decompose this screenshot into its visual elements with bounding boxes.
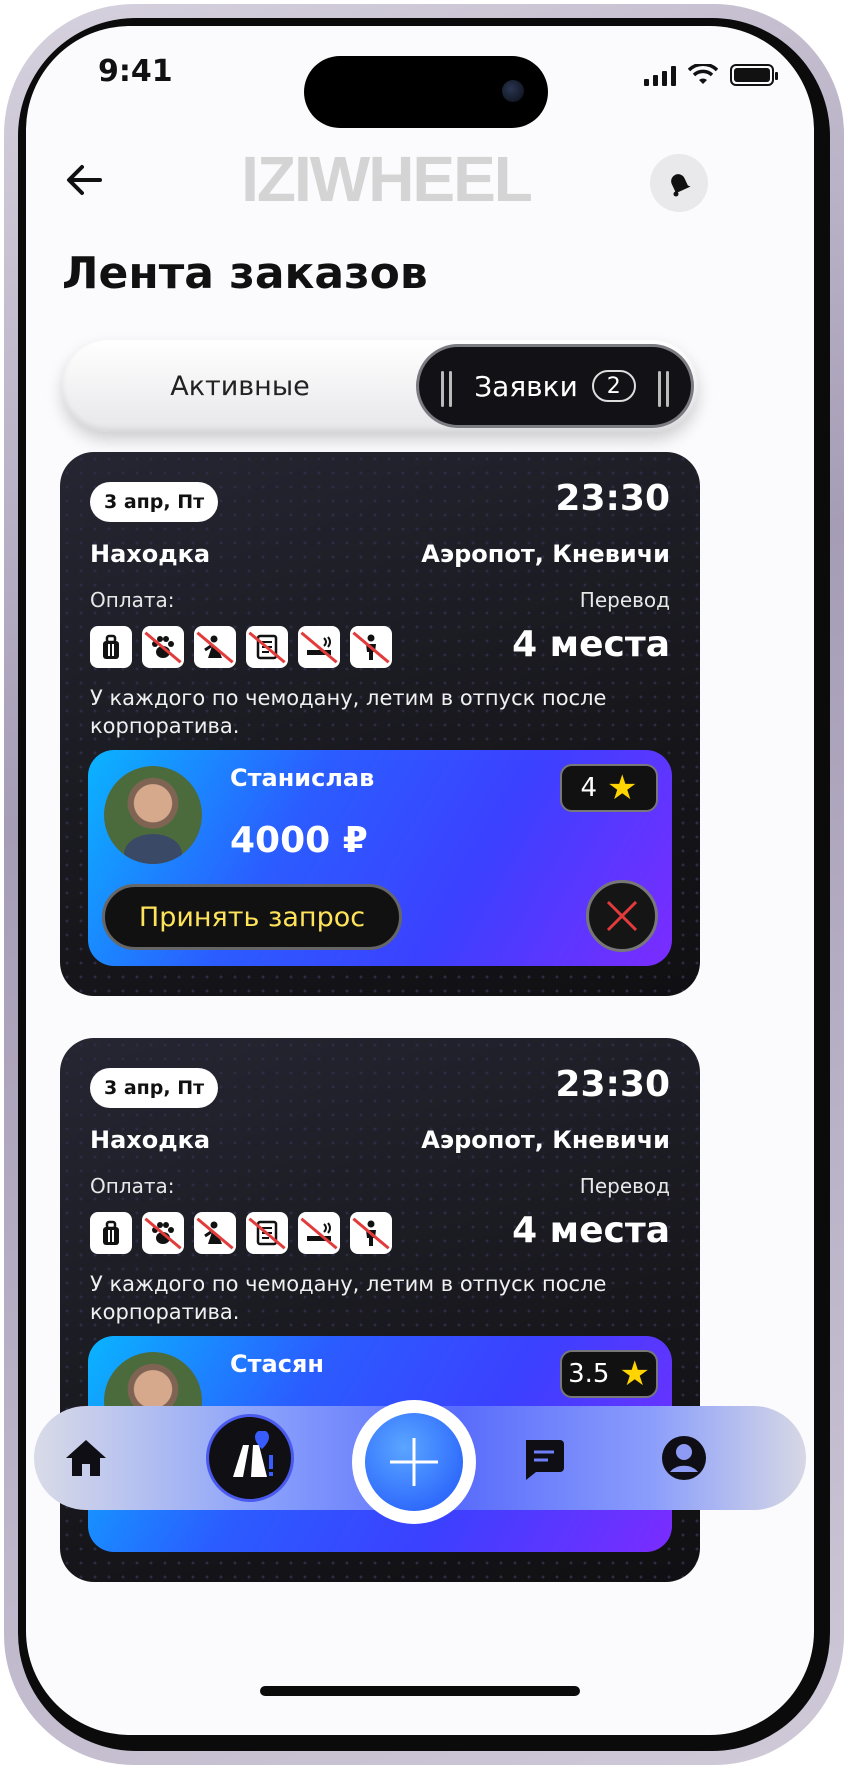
screen: 9:41 IZIWHEEL Лента заказов Активные Зая… xyxy=(26,26,814,1735)
tab-requests[interactable]: Заявки 2 xyxy=(416,344,694,428)
signal-icon xyxy=(644,64,676,86)
amenities xyxy=(90,626,392,668)
close-icon xyxy=(606,900,638,932)
chat-icon[interactable] xyxy=(518,1434,568,1484)
no-child-icon xyxy=(350,626,392,668)
profile-icon[interactable] xyxy=(658,1432,710,1484)
route-to: Аэропот, Кневичи xyxy=(421,540,670,568)
tab-requests-label: Заявки xyxy=(474,369,578,403)
order-comment: У каждого по чемодану, летим в отпуск по… xyxy=(90,686,607,738)
camera-icon xyxy=(502,80,524,102)
status-time: 9:41 xyxy=(98,54,173,89)
no-pets-icon xyxy=(142,1212,184,1254)
payment-label: Оплата: xyxy=(90,1174,175,1198)
seats-count: 4 места xyxy=(512,624,670,665)
back-arrow-icon[interactable] xyxy=(60,156,108,204)
no-documents-icon xyxy=(246,626,288,668)
bottom-nav xyxy=(34,1400,806,1524)
dynamic-island xyxy=(304,56,548,128)
notifications-button[interactable] xyxy=(650,154,708,212)
route-button[interactable] xyxy=(206,1414,294,1502)
no-food-icon xyxy=(194,1212,236,1254)
grip-left-icon xyxy=(441,371,452,407)
status-icons xyxy=(644,64,778,86)
app-logo: IZIWHEEL xyxy=(241,143,533,215)
rating-badge: 4 ★ xyxy=(560,764,658,812)
passenger-name: Станислав xyxy=(230,764,375,792)
route-icon xyxy=(233,1431,273,1477)
no-food-icon xyxy=(194,626,236,668)
rating-badge: 3.5 ★ xyxy=(560,1350,658,1398)
tab-active[interactable]: Активные xyxy=(62,340,418,432)
star-icon: ★ xyxy=(619,1354,650,1394)
no-child-icon xyxy=(350,1212,392,1254)
avatar[interactable] xyxy=(104,766,202,864)
decline-request-button[interactable] xyxy=(586,880,658,952)
payment-label: Оплата: xyxy=(90,588,175,612)
offer-price: 4000 ₽ xyxy=(230,820,368,861)
wifi-icon xyxy=(688,64,718,84)
request-panel: Станислав 4000 ₽ 4 ★ Принять запрос xyxy=(88,750,672,966)
requests-count-badge: 2 xyxy=(591,370,636,402)
no-smoking-icon xyxy=(298,1212,340,1254)
passenger-name: Стасян xyxy=(230,1350,324,1378)
route-from: Находка xyxy=(90,540,211,568)
add-button[interactable] xyxy=(352,1400,476,1524)
orders-tab-switcher: Активные Заявки 2 xyxy=(62,340,698,432)
payment-method: Перевод xyxy=(579,1174,670,1198)
luggage-icon xyxy=(90,626,132,668)
order-card[interactable]: 3 апр, Пт 23:30 Находка Аэропот, Кневичи… xyxy=(60,452,700,996)
amenities xyxy=(90,1212,392,1254)
home-indicator[interactable] xyxy=(260,1686,580,1696)
seats-count: 4 места xyxy=(512,1210,670,1251)
rating-value: 4 xyxy=(580,773,598,803)
battery-icon xyxy=(730,64,778,86)
page-title: Лента заказов xyxy=(62,248,428,299)
home-icon[interactable] xyxy=(60,1432,112,1484)
order-time: 23:30 xyxy=(555,1064,670,1105)
accept-request-button[interactable]: Принять запрос xyxy=(102,884,402,950)
payment-method: Перевод xyxy=(579,588,670,612)
grip-right-icon xyxy=(658,371,669,407)
order-date: 3 апр, Пт xyxy=(90,482,219,522)
star-icon: ★ xyxy=(607,768,638,808)
order-comment: У каждого по чемодану, летим в отпуск по… xyxy=(90,1272,607,1324)
no-documents-icon xyxy=(246,1212,288,1254)
rating-value: 3.5 xyxy=(568,1359,610,1389)
luggage-icon xyxy=(90,1212,132,1254)
route-to: Аэропот, Кневичи xyxy=(421,1126,670,1154)
bell-icon xyxy=(671,174,691,197)
add-icon xyxy=(365,1413,463,1511)
order-time: 23:30 xyxy=(555,478,670,519)
route-from: Находка xyxy=(90,1126,211,1154)
no-pets-icon xyxy=(142,626,184,668)
no-smoking-icon xyxy=(298,626,340,668)
order-date: 3 апр, Пт xyxy=(90,1068,219,1108)
